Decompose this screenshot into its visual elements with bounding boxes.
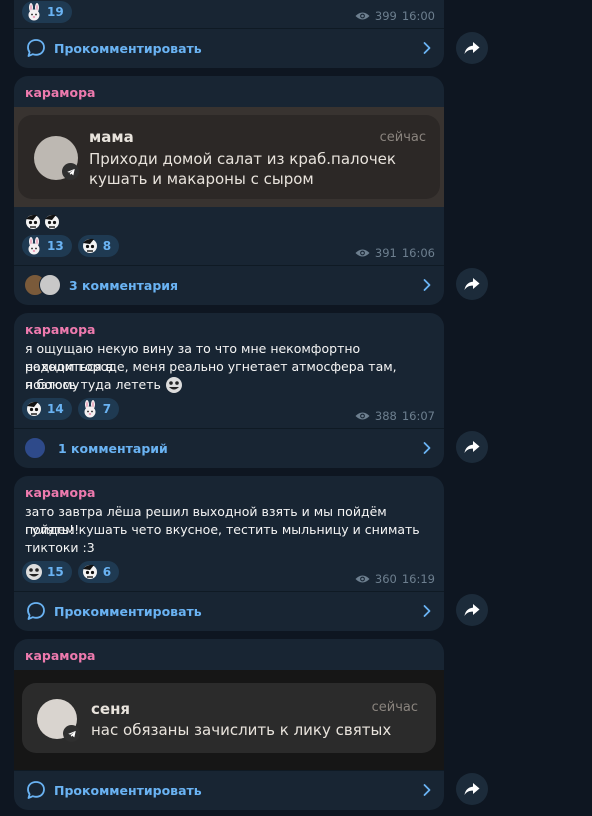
avatar [24,437,46,459]
post-card-3: карамора я ощущаю некую вину за то что м… [14,313,444,468]
notification-card: сеня сейчас нас обязаны зачислить к лику… [22,683,436,753]
post-author[interactable]: карамора [25,85,96,100]
comments-button[interactable]: 1 комментарий [14,429,444,467]
skull-emoji-icon [81,237,99,255]
commenter-avatars [24,274,61,296]
skull-emoji-icon [43,213,61,231]
telegram-icon [63,725,80,742]
share-button[interactable] [456,32,488,64]
comment-label: 1 комментарий [58,440,168,456]
avatar [39,274,61,296]
skull-emoji-icon [25,400,43,418]
reaction-bunny[interactable]: 7 [77,398,120,420]
screenshot-image[interactable]: мама сейчас Приходи домой салат из краб.… [14,107,444,207]
notification-card: мама сейчас Приходи домой салат из краб.… [18,115,440,199]
share-button[interactable] [456,773,488,805]
telegram-icon [62,163,79,180]
share-arrow-icon [464,603,480,617]
chevron-right-icon [420,783,434,797]
message-text-line2: пойдем кушать чето вкусное, тестить мыль… [25,522,420,537]
reaction-skull[interactable]: 6 [77,561,120,583]
troll-emoji-icon [25,563,43,581]
share-arrow-icon [464,782,480,796]
comment-bubble-icon [26,601,46,621]
share-arrow-icon [464,41,480,55]
post-card-1: 19 399 16:00 Прокомментировать [14,0,444,68]
notification-time: сейчас [379,130,426,145]
share-arrow-icon [464,440,480,454]
post-time: 16:07 [401,409,435,423]
comment-bubble-icon [26,38,46,58]
comment-button[interactable]: Прокомментировать [14,771,444,809]
comment-label: Прокомментировать [54,603,202,619]
chevron-right-icon [420,604,434,618]
reaction-count: 19 [47,5,64,19]
post-time: 16:19 [401,572,435,586]
post-meta: 388 16:07 [355,409,435,423]
skull-emoji-icon [81,563,99,581]
reaction-count: 7 [102,402,112,416]
chevron-right-icon [420,41,434,55]
eye-icon [355,574,370,584]
screenshot-image[interactable]: сеня сейчас нас обязаны зачислить к лику… [14,670,444,770]
share-arrow-icon [464,277,480,291]
reaction-count: 15 [47,565,64,579]
view-count: 391 [374,246,397,260]
chevron-right-icon [420,278,434,292]
view-count: 360 [374,572,397,586]
notification-text-line1: Приходи домой салат из краб.палочек [89,150,396,168]
comments-button[interactable]: 3 комментария [14,266,444,304]
comment-button[interactable]: Прокомментировать [14,29,444,67]
notification-text: нас обязаны зачислить к лику святых [91,721,392,739]
post-meta: 360 16:19 [355,572,435,586]
post-card-4: карамора зато завтра лёша решил выходной… [14,476,444,631]
reaction-count: 14 [47,402,64,416]
eye-icon [355,11,370,21]
share-button[interactable] [456,594,488,626]
message-text-line3-wrap: я боюсь туда лететь [25,376,183,394]
post-time: 16:00 [401,9,435,23]
post-card-2: карамора мама сейчас Приходи домой салат… [14,76,444,305]
comment-button[interactable]: Прокомментировать [14,592,444,630]
reaction-skull[interactable]: 14 [22,398,72,420]
comment-label: Прокомментировать [54,782,202,798]
eye-icon [355,411,370,421]
view-count: 399 [374,9,397,23]
message-text-line3: я боюсь туда лететь [25,377,161,392]
chevron-right-icon [420,441,434,455]
reaction-bunny[interactable]: 19 [22,1,72,23]
post-author[interactable]: карамора [25,485,96,500]
share-button[interactable] [456,268,488,300]
post-meta: 399 16:00 [355,9,435,23]
notification-sender: сеня [91,700,131,718]
reaction-count: 8 [102,239,112,253]
bunny-emoji-icon [25,3,43,21]
notification-sender: мама [89,128,134,146]
comment-label: Прокомментировать [54,40,202,56]
skull-emoji-icon [24,213,42,231]
view-count: 388 [374,409,397,423]
post-author[interactable]: карамора [25,322,96,337]
eye-icon [355,248,370,258]
reaction-bunny[interactable]: 13 [22,235,72,257]
reaction-count: 13 [47,239,64,253]
emoji-row [24,213,61,231]
comment-bubble-icon [26,780,46,800]
bunny-emoji-icon [25,237,43,255]
notification-text-line2: кушать и макароны с сыром [89,170,314,188]
notification-time: сейчас [371,700,418,715]
troll-emoji-icon [165,376,183,394]
post-time: 16:06 [401,246,435,260]
reaction-skull[interactable]: 8 [77,235,120,257]
message-text-line3: тиктоки :3 [25,540,95,555]
reaction-count: 6 [102,565,112,579]
post-card-5: карамора сеня сейчас нас обязаны зачисли… [14,639,444,810]
post-author[interactable]: карамора [25,648,96,663]
reaction-troll[interactable]: 15 [22,561,72,583]
share-button[interactable] [456,431,488,463]
bunny-emoji-icon [81,400,99,418]
post-meta: 391 16:06 [355,246,435,260]
comment-label: 3 комментария [69,277,179,293]
